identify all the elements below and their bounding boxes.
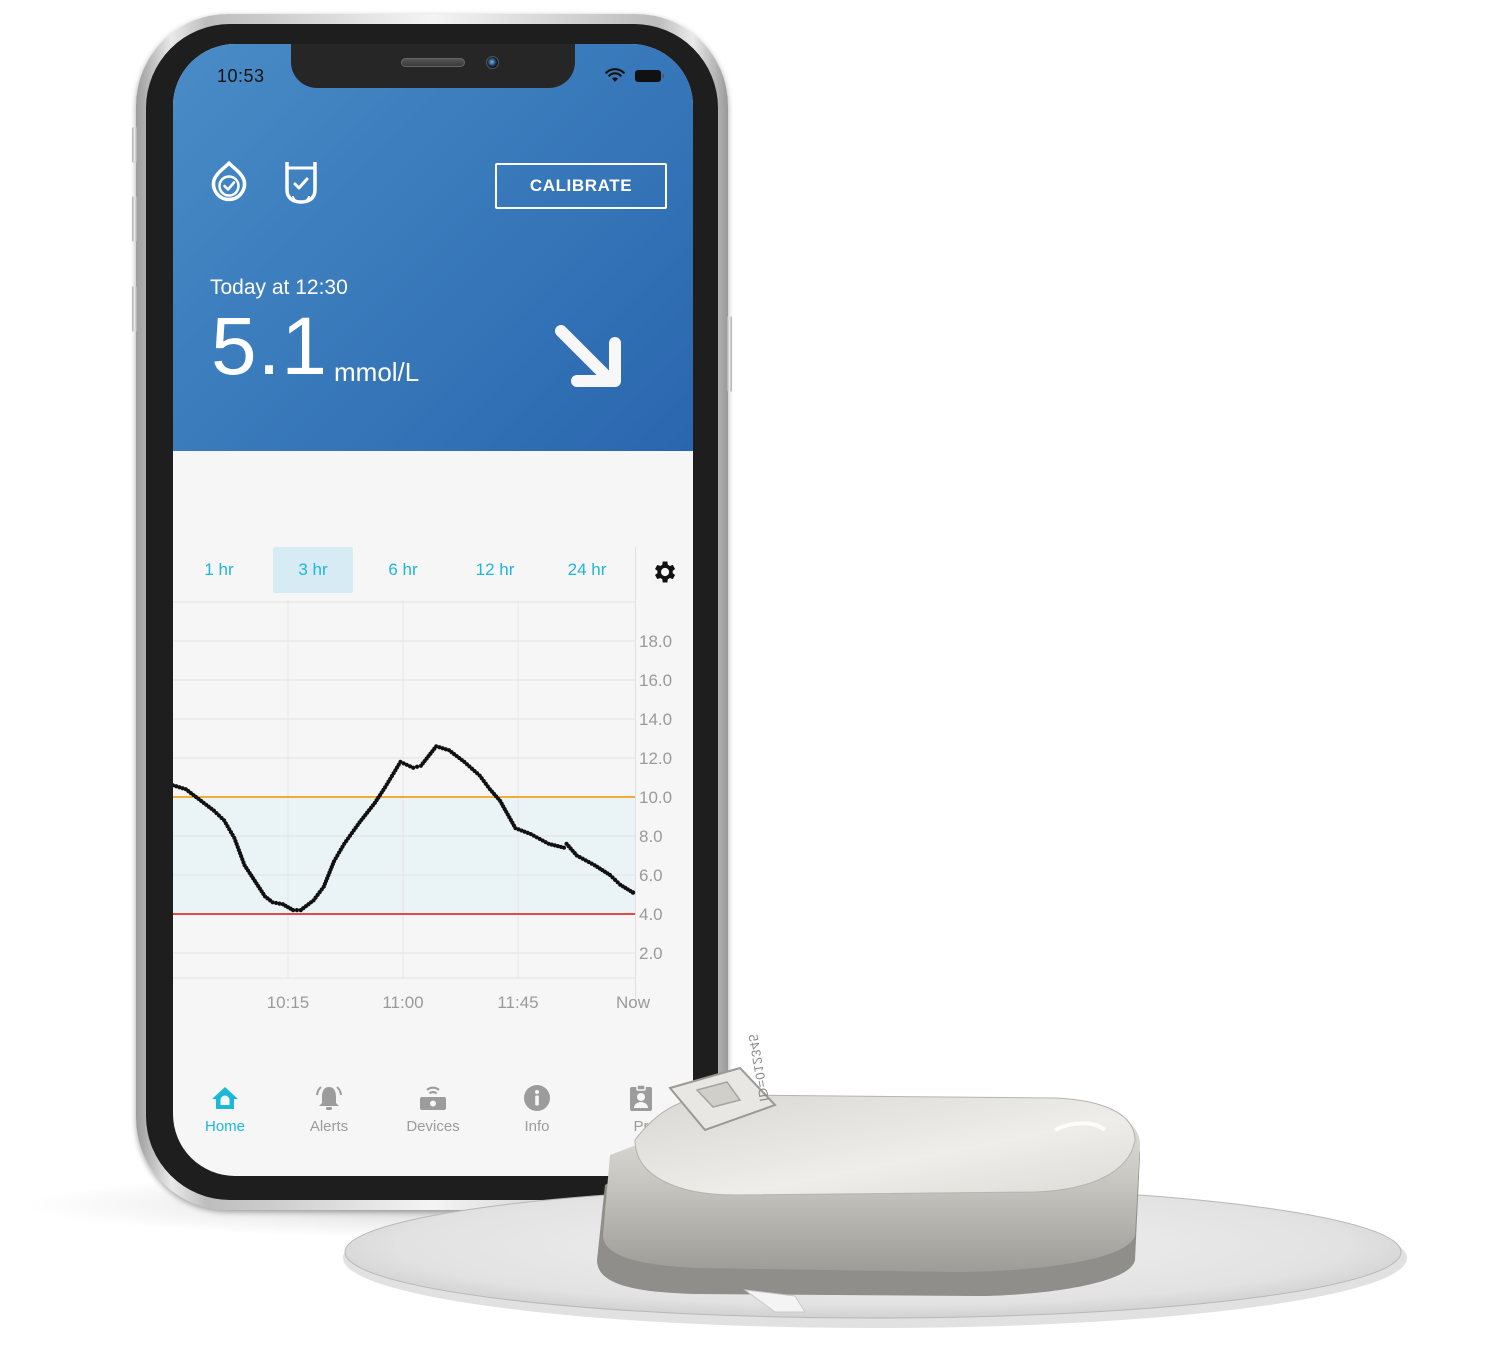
status-bar-time: 10:53 [217,66,265,86]
tab-1-hr[interactable]: 1 hr [173,547,265,593]
app-screen: 10:53 CALIBRATE Today at 12:30 5.1 mmol/… [173,44,693,1176]
phone-notch [291,44,575,88]
latest-glucose-reading-point [630,890,636,895]
status-bar-indicators [605,68,664,83]
phone-camera [486,56,499,69]
glucose-reading-point [291,908,296,913]
x-tick-label: 10:15 [267,993,310,1012]
y-tick-label: 2.0 [639,944,663,963]
x-tick-label: 11:00 [382,993,423,1012]
transmitter-body [597,1066,1140,1313]
glucose-reading-point [294,908,300,913]
wifi-icon [605,68,625,83]
glucose-reading-point [561,845,567,850]
tab-24-hr[interactable]: 24 hr [541,547,633,593]
y-tick-label: 18.0 [639,632,672,651]
nav-home-label: Home [204,1118,245,1135]
glucose-value: 5.1 [211,301,328,392]
phone-side-button [727,316,732,392]
y-tick-label: 6.0 [639,866,663,885]
home-icon [211,1084,239,1112]
tab-3-hr[interactable]: 3 hr [273,547,353,593]
glucose-unit: mmol/L [334,357,420,387]
tab-12-hr[interactable]: 12 hr [449,547,541,593]
battery-icon [635,69,664,82]
calibrate-button[interactable]: CALIBRATE [495,163,667,209]
phone-volume-up-button [132,196,137,242]
glucose-reading-point [411,765,416,770]
y-tick-label: 12.0 [639,749,672,768]
y-tick-label: 4.0 [639,905,663,924]
time-range-tabs: 1 hr 3 hr 6 hr 12 hr 24 hr [173,547,636,593]
y-tick-label: 16.0 [639,671,672,690]
y-tick-label: 10.0 [639,788,672,807]
x-tick-label: Now [616,993,651,1012]
reading-timestamp: Today at 12:30 [210,276,348,299]
nav-home[interactable]: Home [173,1084,277,1144]
tab-6-hr[interactable]: 6 hr [357,547,449,593]
arrow-down-right-icon [553,321,623,396]
glucose-reading-point [414,764,420,769]
cgm-transmitter-device [343,1066,1407,1328]
gear-icon[interactable] [650,558,678,591]
glucose-chart: 18.0 16.0 14.0 12.0 10.0 8.0 6.0 4.0 2.0 10:15 11:… [173,600,672,1012]
phone-speaker [401,58,465,67]
drop-check-icon[interactable] [209,160,249,204]
y-tick-label: 8.0 [639,827,663,846]
transmitter-check-icon[interactable] [283,160,319,204]
glucose-header: 10:53 CALIBRATE Today at 12:30 5.1 mmol/… [173,44,693,451]
phone-silent-switch [132,127,137,163]
device-status-icons [209,160,319,204]
y-tick-label: 14.0 [639,710,672,729]
x-tick-label: 11:45 [497,993,538,1012]
phone-volume-down-button [132,286,137,332]
plot-background [173,600,635,978]
